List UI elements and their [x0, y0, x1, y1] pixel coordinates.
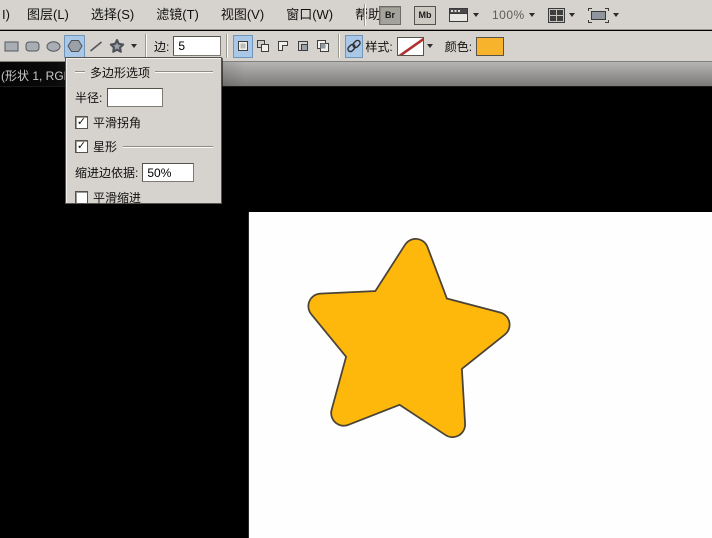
geometry-options-arrow-button[interactable] — [127, 35, 140, 58]
rounded-rectangle-tool-button[interactable] — [22, 35, 43, 58]
options-separator — [338, 34, 340, 58]
rectangle-icon — [4, 40, 20, 53]
exclude-shape-icon — [316, 39, 330, 53]
chain-link-icon — [346, 38, 362, 54]
panel-title-row: 多边形选项 — [75, 64, 213, 80]
subtract-from-shape-area-button[interactable] — [273, 35, 293, 58]
panel-title: 多边形选项 — [85, 64, 155, 81]
menu-item-filter[interactable]: 滤镜(T) — [145, 0, 210, 29]
ellipse-icon — [46, 40, 62, 53]
star-shape[interactable] — [249, 212, 712, 538]
options-separator — [145, 34, 147, 58]
groupbox-line — [155, 71, 213, 73]
link-style-button[interactable] — [345, 35, 363, 58]
add-to-shape-area-button[interactable] — [253, 35, 273, 58]
color-swatch-fill — [477, 38, 504, 56]
sides-label: 边: — [154, 38, 169, 55]
radius-row: 半径: — [75, 88, 213, 107]
menu-item-window[interactable]: 窗口(W) — [275, 0, 344, 29]
star-checkbox[interactable]: ✓ — [75, 140, 88, 153]
color-label: 颜色: — [445, 38, 472, 55]
smooth-corners-label: 平滑拐角 — [93, 114, 141, 131]
zoom-level-dropdown[interactable]: 100% — [492, 8, 535, 22]
smooth-corners-checkbox[interactable]: ✓ — [75, 116, 88, 129]
line-icon — [88, 40, 104, 53]
style-picker-arrow-button[interactable] — [424, 35, 437, 58]
star-fill — [321, 252, 497, 425]
radius-input[interactable] — [107, 88, 163, 107]
smooth-indents-row[interactable]: 平滑缩进 — [75, 189, 213, 206]
ellipse-tool-button[interactable] — [43, 35, 64, 58]
line-tool-button[interactable] — [85, 35, 106, 58]
app-bar-controls: Br Mb 100% — [364, 0, 619, 30]
chevron-down-icon — [427, 44, 433, 48]
launch-minibridge-button[interactable]: Mb — [414, 6, 436, 25]
new-shape-layer-icon — [236, 39, 250, 53]
menu-item-image-partial[interactable]: I) — [0, 7, 16, 22]
arrange-documents-dropdown[interactable] — [548, 8, 575, 23]
document-title-text: (形状 1, RGB — [1, 67, 72, 84]
groupbox-line — [75, 71, 85, 73]
screen-mode-dropdown[interactable] — [588, 8, 619, 23]
add-shape-icon — [256, 39, 270, 53]
menu-separator — [364, 4, 366, 26]
arrange-documents-icon — [548, 8, 565, 23]
polygon-tool-button[interactable] — [64, 35, 85, 58]
indent-sides-label: 缩进边依据: — [75, 164, 138, 181]
launch-bridge-button[interactable]: Br — [379, 6, 401, 25]
zoom-level-value: 100% — [492, 8, 525, 22]
exclude-overlapping-areas-button[interactable] — [313, 35, 333, 58]
document-canvas[interactable] — [248, 212, 712, 538]
smooth-indents-label: 平滑缩进 — [93, 189, 141, 206]
photoshop-window: I) 图层(L) 选择(S) 滤镜(T) 视图(V) 窗口(W) 帮助(H) B… — [0, 0, 712, 538]
radius-label: 半径: — [75, 89, 102, 106]
indent-sides-input[interactable] — [142, 163, 194, 182]
smooth-indents-checkbox[interactable] — [75, 191, 88, 204]
chevron-down-icon — [473, 13, 479, 17]
style-none-swatch[interactable] — [397, 37, 424, 56]
intersect-shape-areas-button[interactable] — [293, 35, 313, 58]
polygon-icon — [67, 39, 83, 53]
star-row[interactable]: ✓ 星形 — [75, 138, 213, 155]
sides-input[interactable] — [173, 36, 221, 56]
chevron-down-icon — [131, 44, 137, 48]
chevron-down-icon — [613, 13, 619, 17]
intersect-shape-icon — [296, 39, 310, 53]
separator-line — [123, 146, 213, 148]
menu-item-layer[interactable]: 图层(L) — [16, 0, 80, 29]
menu-bar: I) 图层(L) 选择(S) 滤镜(T) 视图(V) 窗口(W) 帮助(H) B… — [0, 0, 712, 30]
shape-color-swatch[interactable] — [476, 37, 504, 56]
rounded-rectangle-icon — [25, 40, 41, 53]
view-extras-icon — [449, 8, 469, 23]
polygon-options-panel: 多边形选项 半径: ✓ 平滑拐角 ✓ 星形 缩进边依据: 平滑缩进 — [65, 57, 222, 204]
screen-mode-icon — [588, 8, 609, 23]
star-label: 星形 — [93, 138, 117, 155]
chevron-down-icon — [569, 13, 575, 17]
no-style-icon — [398, 38, 424, 56]
subtract-shape-icon — [276, 39, 290, 53]
view-extras-dropdown[interactable] — [449, 8, 479, 23]
smooth-corners-row[interactable]: ✓ 平滑拐角 — [75, 114, 213, 131]
create-shape-layer-button[interactable] — [233, 35, 253, 58]
chevron-down-icon — [529, 13, 535, 17]
options-separator — [226, 34, 228, 58]
menu-item-view[interactable]: 视图(V) — [210, 0, 275, 29]
menu-item-select[interactable]: 选择(S) — [80, 0, 145, 29]
custom-shape-icon — [109, 39, 125, 53]
indent-row: 缩进边依据: — [75, 163, 213, 182]
style-label: 样式: — [365, 38, 392, 55]
custom-shape-tool-button[interactable] — [106, 35, 127, 58]
rectangle-tool-button[interactable] — [1, 35, 22, 58]
